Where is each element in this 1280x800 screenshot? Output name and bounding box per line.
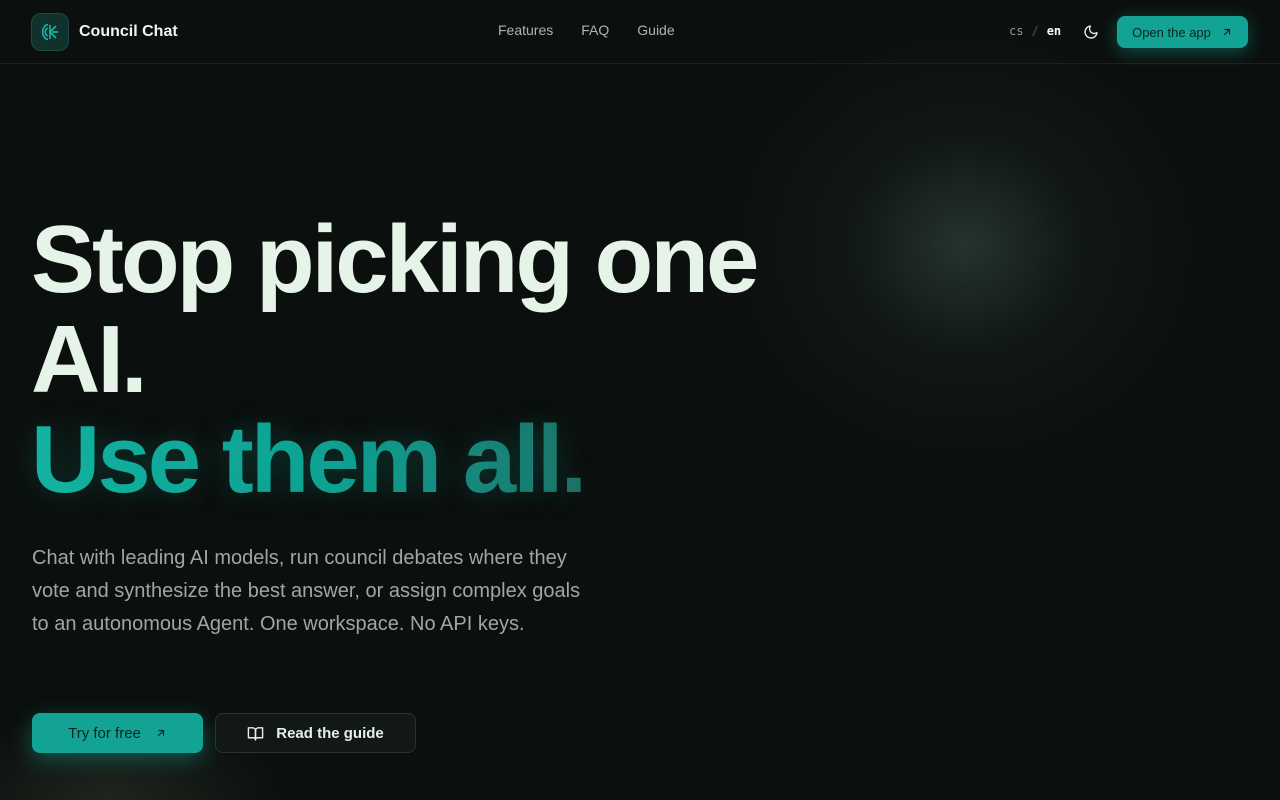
lang-en[interactable]: en [1047,24,1061,38]
read-guide-button[interactable]: Read the guide [215,713,416,753]
lang-cs[interactable]: cs [1009,24,1023,38]
arrow-up-right-icon [157,729,164,737]
try-for-free-label: Try for free [68,724,141,742]
theme-toggle-button[interactable] [1081,22,1101,42]
open-app-label: Open the app [1132,24,1211,40]
nav-features[interactable]: Features [498,22,553,38]
arrow-up-right-icon [1223,28,1230,36]
hero-title-line-1: Stop picking one [31,206,759,313]
top-nav-bar: Council Chat Features FAQ Guide cs / en … [0,0,1280,64]
hero-title-line-2: AI. [31,306,148,413]
landing-page: Council Chat Features FAQ Guide cs / en … [0,0,1280,800]
open-app-button[interactable]: Open the app [1117,16,1248,48]
hero-title-accent: Use them all. [31,406,587,513]
read-guide-label: Read the guide [276,724,384,742]
brand-name: Council Chat [79,23,178,40]
hero-description: Chat with leading AI models, run council… [32,547,581,635]
council-logo-icon [31,13,69,51]
brand[interactable]: Council Chat [31,13,178,51]
nav-faq[interactable]: FAQ [581,22,609,38]
try-for-free-button[interactable]: Try for free [32,713,203,753]
moon-icon [1084,25,1098,39]
nav-guide[interactable]: Guide [637,22,674,38]
book-open-icon [247,726,264,741]
lang-separator: / [1031,24,1039,38]
language-switcher: cs / en [1009,24,1061,38]
main-nav: Features FAQ Guide [498,22,675,38]
